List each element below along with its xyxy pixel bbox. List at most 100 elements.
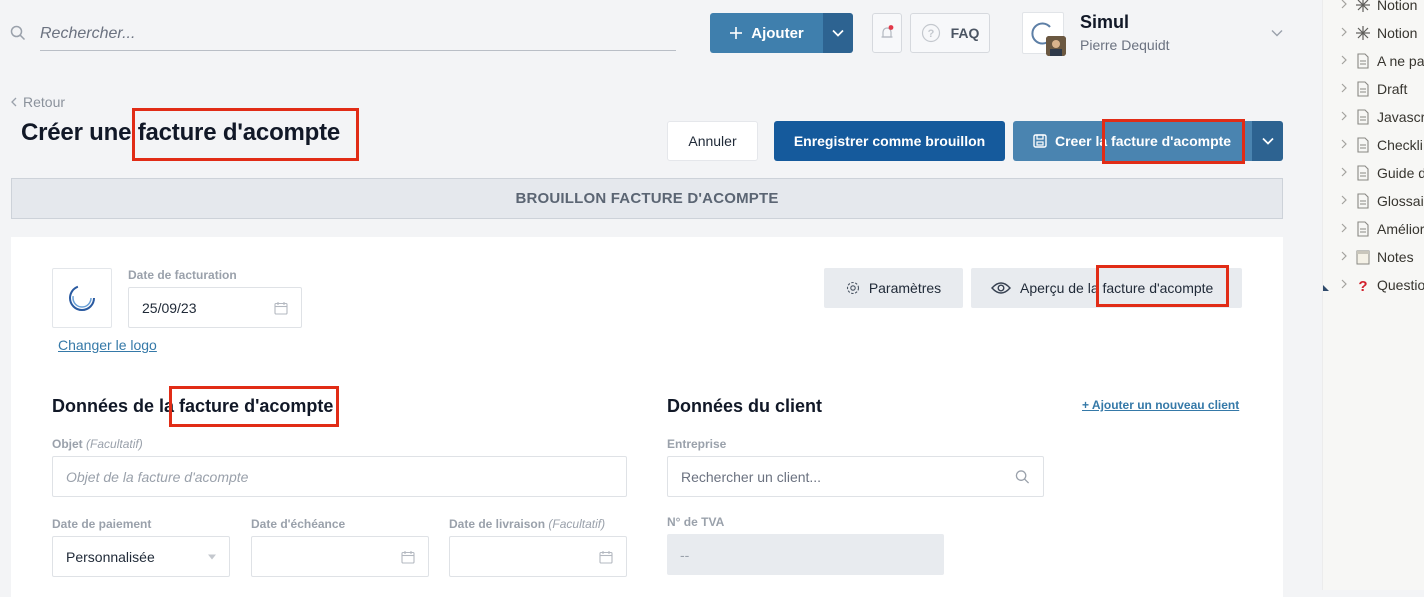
search-icon xyxy=(10,25,26,41)
eye-icon xyxy=(991,281,1011,295)
highlight-box xyxy=(132,108,359,161)
svg-text:?: ? xyxy=(1358,278,1367,293)
sidebar-item-label: Amélior xyxy=(1377,221,1424,237)
account-user: Pierre Dequidt xyxy=(1080,37,1170,53)
object-optional: (Facultatif) xyxy=(86,437,143,451)
create-dropdown-button[interactable] xyxy=(1252,121,1283,161)
account-switcher[interactable]: Simul Pierre Dequidt xyxy=(1022,12,1292,58)
delivery-date-label: Date de livraison (Facultatif) xyxy=(449,517,605,531)
sidebar-item-label: Checkli xyxy=(1377,137,1423,153)
faq-label: FAQ xyxy=(950,25,980,41)
sidebar-item[interactable]: Checkli xyxy=(1341,135,1423,155)
object-placeholder: Objet de la facture d'acompte xyxy=(66,468,249,485)
object-label: Objet (Facultatif) xyxy=(52,437,143,451)
invoice-data-title-prefix: Données de la xyxy=(52,396,180,416)
highlight-box xyxy=(169,386,339,427)
payment-date-select[interactable]: Personnalisée xyxy=(52,536,230,577)
object-label-text: Objet xyxy=(52,437,83,451)
status-banner: BROUILLON FACTURE D'ACOMPTE xyxy=(11,178,1283,219)
delivery-optional: (Facultatif) xyxy=(548,517,606,531)
chevron-right-icon[interactable] xyxy=(1341,194,1349,208)
chevron-left-icon xyxy=(11,97,17,107)
object-input[interactable]: Objet de la facture d'acompte xyxy=(52,456,627,497)
page-icon xyxy=(1355,53,1371,69)
account-name: Simul xyxy=(1080,12,1130,32)
preview-prefix: Aperçu de la xyxy=(1020,280,1103,296)
plus-icon xyxy=(729,26,743,40)
add-client-link[interactable]: + Ajouter un nouveau client xyxy=(1082,398,1239,412)
avatar xyxy=(1046,36,1066,56)
chevron-down-icon xyxy=(1271,29,1283,37)
chevron-right-icon[interactable] xyxy=(1341,26,1349,40)
due-date-field[interactable] xyxy=(251,536,429,577)
sidebar-item[interactable]: Notion xyxy=(1341,23,1417,43)
payment-date-label: Date de paiement xyxy=(52,517,152,531)
save-disk-icon xyxy=(1033,134,1047,148)
billing-date-label: Date de facturation xyxy=(128,268,237,282)
chevron-right-icon[interactable] xyxy=(1341,278,1349,292)
client-data-title: Données du client xyxy=(667,396,823,416)
page-icon xyxy=(1355,81,1371,97)
chevron-right-icon[interactable] xyxy=(1341,0,1349,12)
sidebar-item-label: Glossai xyxy=(1377,193,1424,209)
sidebar-item[interactable]: Notion xyxy=(1341,0,1417,15)
add-dropdown-button[interactable] xyxy=(823,13,853,53)
bell-icon xyxy=(880,24,894,42)
sidebar-item-label: A ne pa xyxy=(1377,53,1424,69)
highlight-box xyxy=(1102,119,1245,164)
notion-burst-icon xyxy=(1355,25,1371,41)
faq-button[interactable]: ? FAQ xyxy=(910,13,990,53)
sidebar-item[interactable]: Javascr xyxy=(1341,107,1424,127)
sidebar-item[interactable]: Draft xyxy=(1341,79,1407,99)
sidebar-item-label: Notes xyxy=(1377,249,1414,265)
chevron-right-icon[interactable] xyxy=(1341,222,1349,236)
change-logo-link[interactable]: Changer le logo xyxy=(58,337,157,353)
client-search-input[interactable]: Rechercher un client... xyxy=(667,456,1044,497)
settings-label: Paramètres xyxy=(868,280,942,296)
add-button[interactable]: Ajouter xyxy=(710,13,823,53)
calendar-icon xyxy=(274,301,288,315)
company-label: Entreprise xyxy=(667,437,727,451)
delivery-date-label-text: Date de livraison xyxy=(449,517,546,531)
search-icon xyxy=(1015,469,1030,484)
sidebar-item-label: Javascr xyxy=(1377,109,1424,125)
back-label: Retour xyxy=(23,94,66,110)
search-input[interactable] xyxy=(40,18,676,51)
sidebar-item[interactable]: Glossai xyxy=(1341,191,1424,211)
highlight-box xyxy=(1096,265,1229,307)
page-title-prefix: Créer une xyxy=(21,119,138,146)
chevron-right-icon[interactable] xyxy=(1341,110,1349,124)
sidebar-item[interactable]: Notes xyxy=(1341,247,1414,267)
notifications-button[interactable] xyxy=(872,13,902,53)
sidebar-item-label: Guide d xyxy=(1377,165,1424,181)
calendar-icon xyxy=(599,550,613,564)
save-draft-button[interactable]: Enregistrer comme brouillon xyxy=(774,121,1005,161)
chevron-right-icon[interactable] xyxy=(1341,250,1349,264)
question-mark-icon: ? xyxy=(1355,277,1371,293)
sidebar-item-label: Notion xyxy=(1377,0,1418,13)
sidebar-item[interactable]: Amélior xyxy=(1341,219,1424,239)
page-icon xyxy=(1355,193,1371,209)
delivery-date-field[interactable] xyxy=(449,536,627,577)
chevron-right-icon[interactable] xyxy=(1341,54,1349,68)
chevron-right-icon[interactable] xyxy=(1341,82,1349,96)
chevron-right-icon[interactable] xyxy=(1341,166,1349,180)
sidebar-item-label: Notion xyxy=(1377,25,1418,41)
add-button-label: Ajouter xyxy=(751,24,804,42)
sidebar-item[interactable]: ? Questio xyxy=(1341,275,1424,295)
billing-date-field[interactable]: 25/09/23 xyxy=(128,287,302,328)
chevron-down-icon xyxy=(832,29,844,37)
cancel-button[interactable]: Annuler xyxy=(667,121,758,161)
page-icon xyxy=(1355,109,1371,125)
settings-button[interactable]: Paramètres xyxy=(824,268,963,308)
sidebar-item[interactable]: Guide d xyxy=(1341,163,1424,183)
chevron-right-icon[interactable] xyxy=(1341,138,1349,152)
page-icon xyxy=(1355,137,1371,153)
caret-down-icon xyxy=(208,554,216,559)
notion-burst-icon xyxy=(1355,0,1371,13)
back-link[interactable]: Retour xyxy=(11,94,65,110)
vat-field: -- xyxy=(667,534,944,575)
sidebar-item[interactable]: A ne pa xyxy=(1341,51,1424,71)
calendar-icon xyxy=(401,550,415,564)
invoice-logo[interactable] xyxy=(52,268,112,328)
